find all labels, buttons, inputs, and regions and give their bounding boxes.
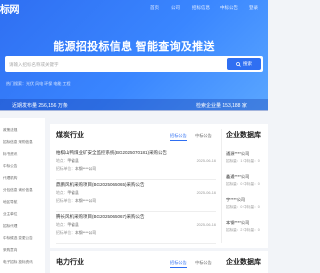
item-unit-label: 招标单位： (56, 167, 75, 171)
sidebar-item[interactable]: 政策法规 (3, 128, 17, 133)
item-unit: 招标单位：本钢****公司 (56, 167, 96, 172)
company-name[interactable]: 鑫通****公司 (226, 174, 249, 180)
section-power: 电力行业 招标公告 中标公告 企业数据库 (50, 251, 268, 273)
company-name[interactable]: 本钢****公司 (226, 220, 249, 226)
item-unit-label: 招标单位： (56, 199, 75, 203)
list-item[interactable]: 柏棋山鸭煤业矿安全监控系统(BG2025070181)采购公告 地点：甲省县 2… (56, 150, 216, 180)
sidebar-item[interactable]: 代理机构 (3, 176, 17, 181)
stat-companies: 检索企业量 153,188 家 (196, 102, 247, 109)
search-box: 搜索 (5, 56, 263, 72)
tab-bid-notice[interactable]: 招标公告 (170, 260, 187, 268)
item-date: 2025-06-16 (196, 159, 216, 163)
site-logo[interactable]: 标网 (0, 1, 20, 16)
company-stats: 招标量：2 中标量：0 (226, 228, 260, 232)
search-input[interactable] (9, 58, 209, 70)
stat-recent: 近期发布量 256,156 万条 (12, 102, 68, 109)
sidebar-item[interactable]: 采购意向 (3, 248, 17, 253)
section-coal: 煤炭行业 招标公告 中标公告 柏棋山鸭煤业矿安全监控系统(BG202507018… (50, 124, 268, 248)
nav-bid-info[interactable]: 招标信息 (192, 5, 210, 11)
list-item[interactable]: 腾长风机采购项目(BG2025065067)采购公告 地点：甲省县 2025-0… (56, 214, 216, 244)
tab-win-notice[interactable]: 中标公告 (195, 260, 212, 267)
item-title[interactable]: 腾长风机采购项目(BG2025065067)采购公告 (56, 214, 145, 220)
sidebar-item[interactable]: 中标公告 (3, 164, 17, 169)
item-unit-value: 本钢****公司 (74, 231, 97, 235)
company-stats: 招标量：0 中标量：0 (226, 205, 260, 209)
sidebar-item[interactable]: 地区导航 (3, 200, 17, 205)
search-button[interactable]: 搜索 (227, 58, 261, 70)
item-region: 地点：甲省县 (56, 191, 79, 196)
item-date: 2025-06-16 (196, 223, 216, 227)
stat-recent-prefix: 近期发布量 (12, 103, 39, 109)
section-title: 电力行业 (56, 259, 84, 266)
item-region: 地点：甲省县 (56, 223, 79, 228)
company-name[interactable]: 宇****公司 (226, 197, 245, 203)
item-title[interactable]: 鼎鹏风机采购项目(BG2025065065)采购公告 (56, 182, 145, 188)
item-unit: 招标单位：本钢****公司 (56, 199, 96, 204)
list-item[interactable]: 鼎鹏风机采购项目(BG2025065065)采购公告 地点：甲省县 2025-0… (56, 182, 216, 212)
nav-company[interactable]: 公司 (171, 5, 180, 11)
company-name[interactable]: 通源****公司 (226, 151, 249, 157)
hero-headline: 能源招投标信息 智能查询及推送 (53, 41, 215, 53)
item-title[interactable]: 柏棋山鸭煤业矿安全监控系统(BG2025070181)采购公告 (56, 150, 167, 156)
sidebar-item[interactable]: 标书资讯 (3, 152, 17, 157)
stat-companies-prefix: 检索企业量 (196, 103, 223, 109)
section-title: 煤炭行业 (56, 132, 84, 139)
sidebar-item[interactable]: 分包信息 询价信息 (3, 188, 33, 193)
item-region-value: 甲省县 (67, 191, 79, 195)
stat-recent-value: 256,156 (38, 103, 57, 109)
stat-companies-suffix: 家 (240, 103, 247, 109)
item-region-label: 地点： (56, 223, 68, 227)
company-db-title: 企业数据库 (226, 132, 261, 139)
sidebar-item[interactable]: 中标候选 变更公告 (3, 236, 33, 241)
item-unit: 招标单位：本钢****公司 (56, 231, 96, 236)
divider (221, 129, 222, 243)
item-region-value: 甲省县 (67, 223, 79, 227)
item-region-label: 地点： (56, 191, 68, 195)
item-unit-value: 本钢****公司 (74, 199, 97, 203)
item-region-label: 地点： (56, 159, 68, 163)
tab-win-notice[interactable]: 中标公告 (195, 133, 212, 140)
sidebar-item[interactable]: 招标信息 采购信息 (3, 140, 33, 145)
company-stats: 招标量：0 中标量：0 (226, 182, 260, 186)
stats-bar: 近期发布量 256,156 万条 检索企业量 153,188 家 (0, 99, 268, 111)
item-date: 2025-06-16 (196, 191, 216, 195)
tab-bid-notice[interactable]: 招标公告 (170, 133, 187, 141)
stat-recent-suffix: 万条 (56, 103, 68, 109)
sidebar-item[interactable]: 电子招标 投标资讯 (3, 260, 33, 265)
sidebar: 政策法规 招标信息 采购信息 标书资讯 中标公告 代理机构 分包信息 询价信息 … (0, 118, 45, 273)
nav-win-notice[interactable]: 中标公告 (220, 5, 238, 11)
search-button-label: 搜索 (243, 61, 252, 66)
stat-companies-value: 153,188 (222, 103, 241, 109)
item-unit-value: 本钢****公司 (74, 167, 97, 171)
hot-searches[interactable]: 热门搜索：光伏 风电 环保 电能 工程 (6, 81, 70, 87)
company-stats: 招标量：1 中标量：0 (226, 159, 260, 163)
sidebar-item[interactable]: 招标代理 (3, 224, 17, 229)
hero-banner: 标网 首页 公司 招标信息 中标公告 登录 能源招投标信息 智能查询及推送 搜索… (0, 0, 268, 111)
item-unit-label: 招标单位： (56, 231, 75, 235)
item-region: 地点：甲省县 (56, 159, 79, 164)
search-icon (236, 61, 241, 67)
sidebar-item[interactable]: 业主单位 (3, 212, 17, 217)
nav-login[interactable]: 登录 (249, 5, 258, 11)
company-db-title: 企业数据库 (226, 259, 261, 266)
nav-home[interactable]: 首页 (150, 5, 159, 11)
item-region-value: 甲省县 (67, 159, 79, 163)
